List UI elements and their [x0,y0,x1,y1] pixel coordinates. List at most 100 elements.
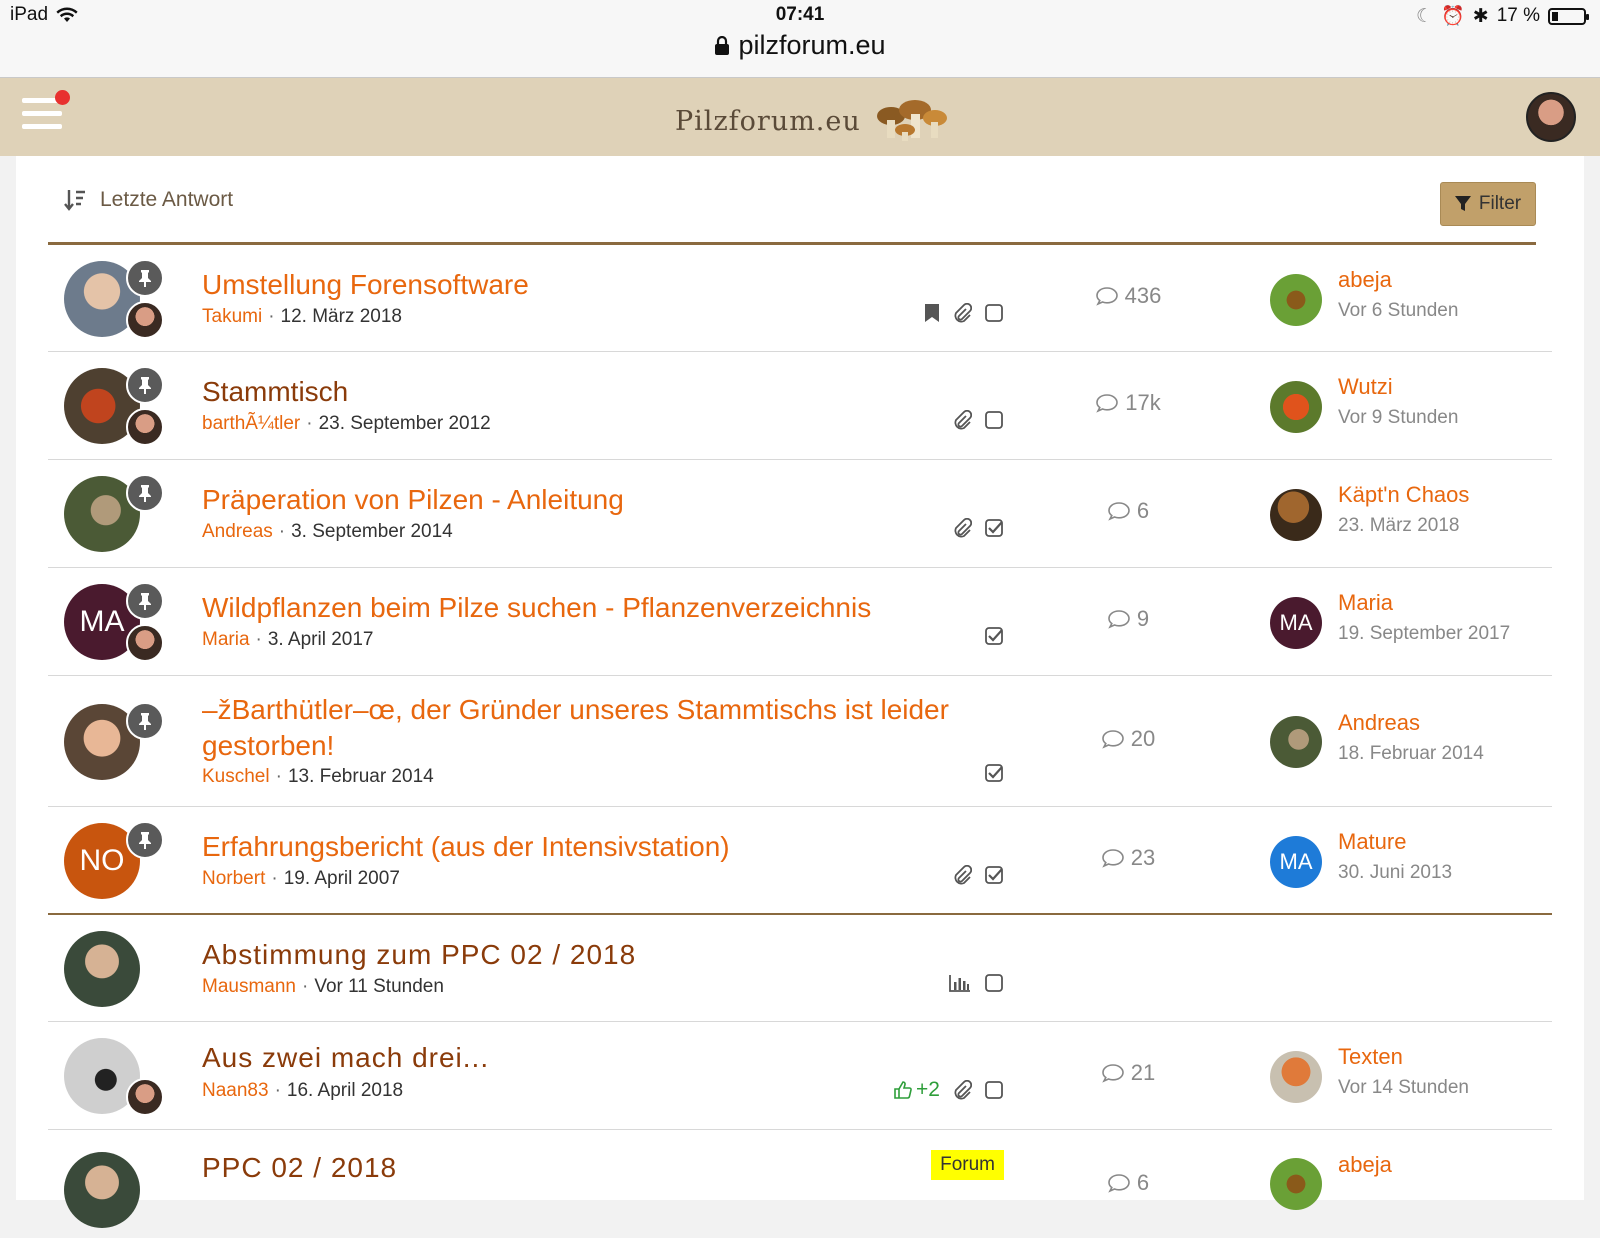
last-poster-avatar[interactable] [1270,1051,1322,1103]
checked-box-icon[interactable] [984,518,1004,538]
thread-meta: Norbert · 19. April 2007 [202,868,400,889]
thread-date: 16. April 2018 [286,1080,404,1101]
logo-text: Pilzforum.eu [675,105,861,137]
thread-author[interactable]: Takumi [202,306,262,327]
last-post-time[interactable]: 18. Februar 2014 [1338,743,1484,765]
thread-title[interactable]: Stammtisch [202,374,962,410]
thread-author[interactable]: Naan83 [202,1080,269,1101]
last-poster-name[interactable]: Mature [1338,829,1406,855]
reply-count-value: 20 [1130,726,1156,751]
last-poster-name[interactable]: abeja [1338,1152,1392,1178]
thread-row[interactable]: MA Wildpflanzen beim Pilze suchen - Pfla… [48,568,1552,676]
checkbox-icon[interactable] [984,410,1004,430]
pin-icon [126,366,164,404]
likes-indicator[interactable]: +2 [893,1078,940,1102]
reply-count: 21 [1068,1060,1188,1086]
thread-row[interactable]: NO Erfahrungsbericht (aus der Intensivst… [48,807,1552,915]
pin-icon [126,474,164,512]
checked-box-icon[interactable] [984,626,1004,646]
thread-row[interactable]: Präperation von Pilzen - Anleitung Andre… [48,460,1552,568]
checkbox-icon[interactable] [984,973,1004,993]
thread-row[interactable]: Umstellung Forensoftware Takumi · 12. März… [48,245,1552,352]
checked-box-icon[interactable] [984,763,1004,783]
last-poster-avatar[interactable] [1270,1158,1322,1210]
thread-row[interactable]: –žBarthütler–œ, der Gründer unseres Stam… [48,676,1552,807]
reply-count: 6 [1068,498,1188,524]
thread-row[interactable]: PPC 02 / 2018 Forum 6 abeja [48,1130,1552,1238]
reply-count-value: 436 [1124,283,1162,308]
last-poster-initials: MA [1279,849,1313,874]
last-poster-avatar[interactable] [1270,489,1322,541]
last-poster-avatar[interactable] [1270,381,1322,433]
thread-date: 13. Februar 2014 [287,766,434,787]
checkbox-icon[interactable] [984,1080,1004,1100]
site-logo[interactable]: Pilzforum.eu [675,98,949,144]
alarm-icon: ⏰ [1441,6,1465,27]
comment-icon [1101,1064,1124,1083]
thread-author[interactable]: Maria [202,629,250,650]
thread-icons [952,518,1004,538]
status-time: 07:41 [775,4,825,25]
sort-control[interactable]: Letzte Antwort [64,180,233,220]
user-avatar[interactable] [1526,92,1576,142]
thread-title[interactable]: Umstellung Forensoftware [202,267,962,303]
comment-icon [1096,394,1119,413]
last-poster-name[interactable]: Wutzi [1338,374,1393,400]
checkbox-icon[interactable] [984,303,1004,323]
thread-author[interactable]: Mausmann [202,976,296,997]
comment-icon [1101,849,1124,868]
last-poster-avatar[interactable]: MA [1270,597,1322,649]
thread-title[interactable]: Abstimmung zum PPC 02 / 2018 [202,937,962,973]
last-poster-name[interactable]: Texten [1338,1044,1403,1070]
author-avatar[interactable] [64,931,140,1007]
last-poster-avatar[interactable] [1270,716,1322,768]
thread-title[interactable]: Erfahrungsbericht (aus der Intensivstati… [202,829,962,865]
thread-author[interactable]: Kuschel [202,766,270,787]
thread-row[interactable]: Aus zwei mach drei... Naan83 · 16. April 2… [48,1022,1552,1130]
last-post-time[interactable]: 19. September 2017 [1338,623,1510,645]
poll-icon [949,975,970,992]
attachment-icon [954,865,972,885]
last-poster-mini-avatar [126,301,164,339]
last-poster-avatar[interactable]: MA [1270,836,1322,888]
checked-box-icon[interactable] [984,865,1004,885]
url-text: pilzforum.eu [738,30,886,60]
forum-badge[interactable]: Forum [931,1150,1004,1180]
thread-row[interactable]: Stammtisch barthÃ¼tler · 23. September 201… [48,352,1552,460]
thread-title[interactable]: PPC 02 / 2018 [202,1150,962,1186]
bluetooth-icon: ✱ [1472,5,1489,27]
thread-author[interactable]: Norbert [202,868,265,889]
author-avatar[interactable] [64,1152,140,1228]
bookmark-icon[interactable] [924,303,940,323]
last-poster-name[interactable]: abeja [1338,267,1392,293]
last-poster-name[interactable]: Andreas [1338,710,1420,736]
url-bar[interactable]: pilzforum.eu [0,30,1600,61]
thread-author[interactable]: barthÃ¼tler [202,413,300,434]
reply-count: 20 [1068,726,1188,752]
reply-count: 23 [1068,845,1188,871]
reply-count-value: 9 [1136,606,1150,631]
thread-row[interactable]: Abstimmung zum PPC 02 / 2018 Mausmann · Vo… [48,915,1552,1022]
last-poster-name[interactable]: Maria [1338,590,1393,616]
last-poster-avatar[interactable] [1270,274,1322,326]
thread-date: 19. April 2007 [283,868,400,889]
last-poster-initials: MA [1279,610,1313,635]
thumbs-up-icon [894,1081,912,1099]
thread-title[interactable]: Aus zwei mach drei... [202,1040,962,1076]
last-post-time[interactable]: 23. März 2018 [1338,515,1459,537]
last-post-time[interactable]: Vor 14 Stunden [1338,1077,1469,1099]
thread-title[interactable]: –žBarthütler–œ, der Gründer unseres Stam… [202,692,962,764]
thread-icons [952,865,1004,885]
menu-button[interactable] [22,98,62,134]
last-post-time[interactable]: 30. Juni 2013 [1338,862,1452,884]
reply-count-value: 21 [1130,1060,1156,1085]
thread-title[interactable]: Präperation von Pilzen - Anleitung [202,482,962,518]
last-poster-name[interactable]: Käpt'n Chaos [1338,482,1469,508]
filter-button[interactable]: Filter [1440,182,1536,226]
comment-icon [1108,1174,1130,1193]
thread-author[interactable]: Andreas [202,521,273,542]
thread-title[interactable]: Wildpflanzen beim Pilze suchen - Pflanze… [202,590,962,626]
last-post-time[interactable]: Vor 9 Stunden [1338,407,1458,429]
moon-icon: ☾ [1416,5,1434,27]
last-post-time[interactable]: Vor 6 Stunden [1338,300,1458,322]
